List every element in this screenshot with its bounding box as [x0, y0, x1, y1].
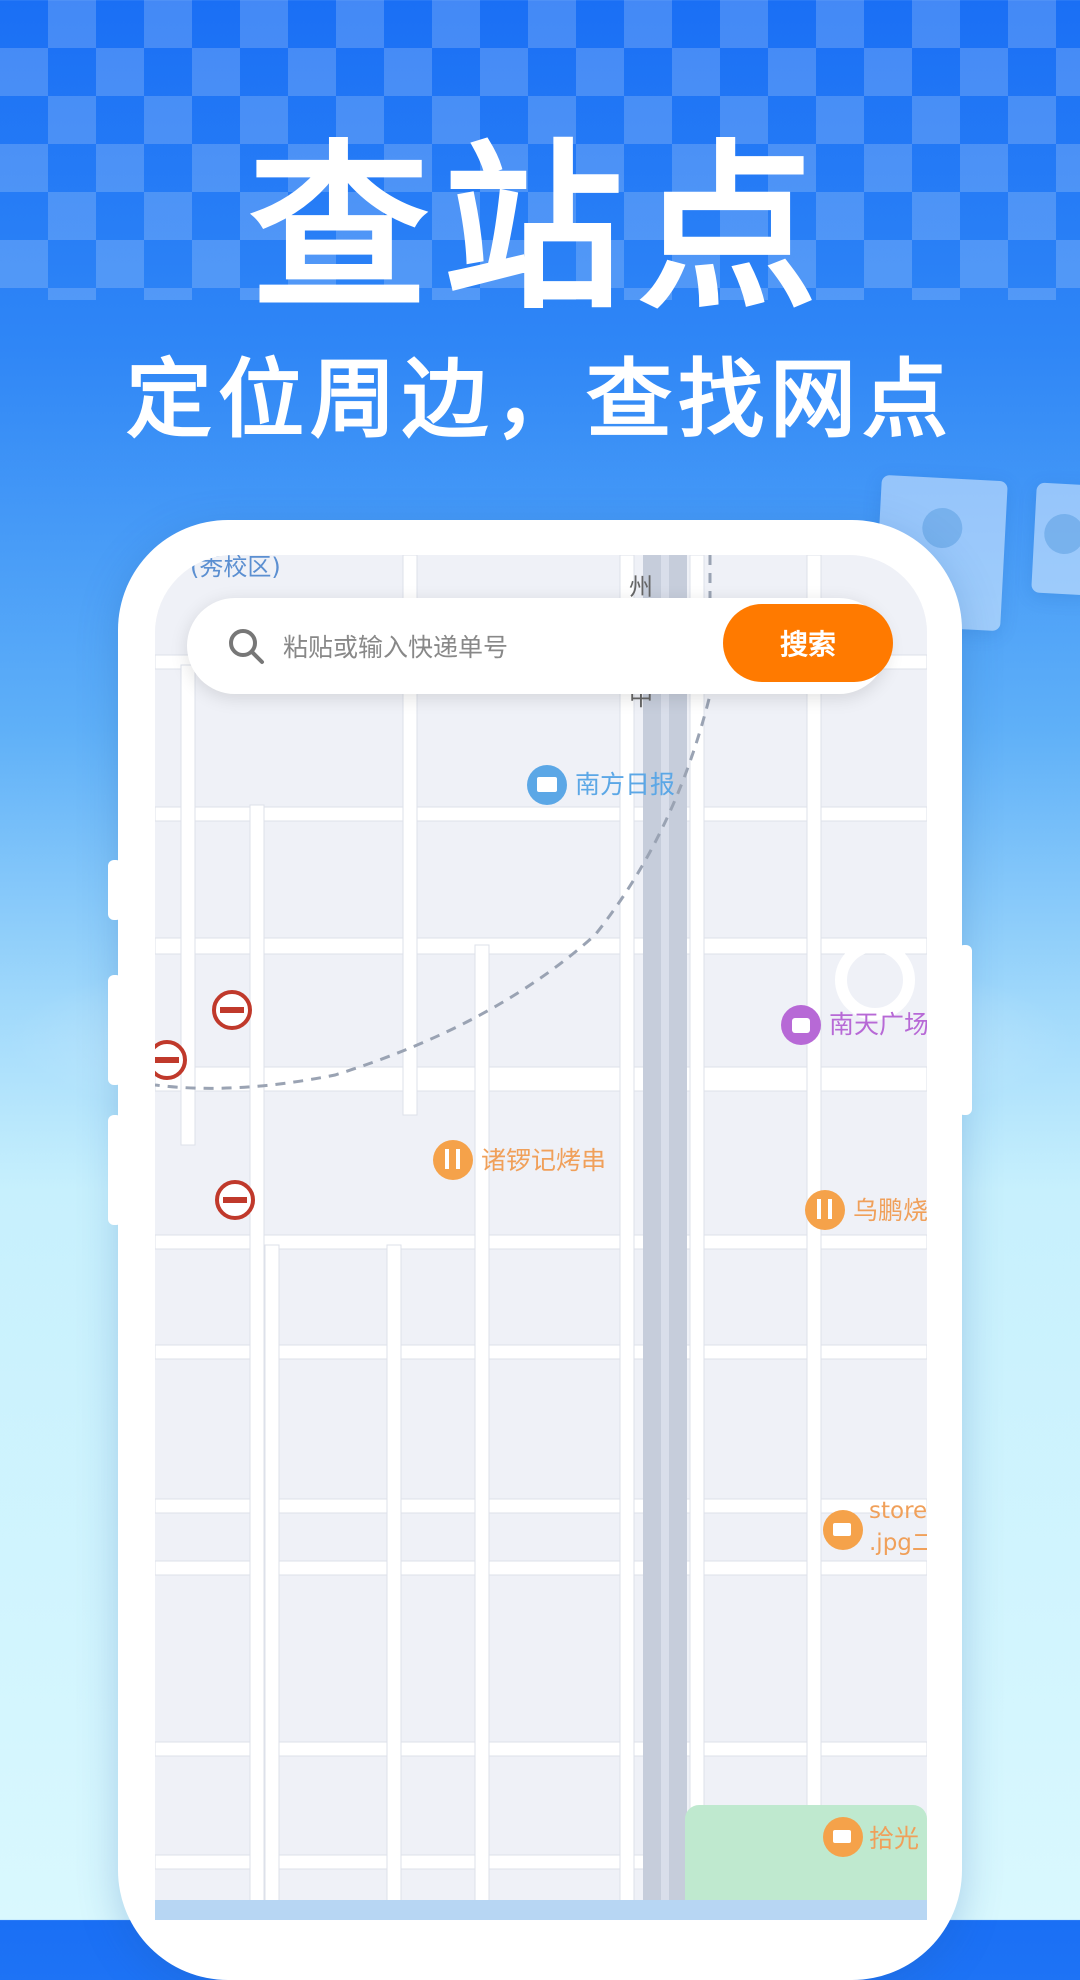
map-label-cafe[interactable]: 拾光	[869, 1824, 919, 1853]
map-label-newspaper[interactable]: 南方日报	[575, 770, 675, 799]
phone-side-button-1	[108, 860, 122, 920]
map-label-restaurant-2[interactable]: 乌鹏烧	[853, 1196, 927, 1225]
restaurant-poi-icon-1[interactable]	[433, 1140, 473, 1180]
decorative-card-2	[1031, 482, 1080, 596]
map-label-mall[interactable]: 南天广场	[829, 1010, 927, 1039]
map-view[interactable]: (秀校区) 州 中 南方日报 南天广场 诸锣记烤串 乌鹏烧 store .jpg…	[155, 555, 927, 1920]
no-entry-sign-3	[215, 1180, 255, 1220]
search-bar: 搜索	[187, 598, 893, 696]
phone-screen: (秀校区) 州 中 南方日报 南天广场 诸锣记烤串 乌鹏烧 store .jpg…	[155, 555, 927, 1920]
tracking-number-input[interactable]	[281, 598, 665, 696]
search-button[interactable]: 搜索	[723, 604, 893, 682]
restaurant-poi-icon-2[interactable]	[805, 1190, 845, 1230]
map-label-restaurant-1[interactable]: 诸锣记烤串	[481, 1146, 606, 1175]
no-entry-sign-1	[212, 990, 252, 1030]
search-icon	[229, 629, 264, 664]
hero-subtitle: 定位周边，查找网点	[126, 350, 954, 450]
map-label-area: (秀校区)	[190, 555, 281, 581]
phone-side-button-4	[958, 945, 972, 1115]
no-entry-sign-2	[155, 1040, 187, 1080]
hero-title: 查站点	[248, 125, 831, 334]
map-label-street-1: 州	[629, 573, 653, 601]
phone-side-button-2	[108, 975, 122, 1085]
map-label-store-2[interactable]: .jpg二	[869, 1530, 927, 1556]
map-label-store-1[interactable]: store	[869, 1498, 927, 1524]
phone-side-button-3	[108, 1115, 122, 1225]
